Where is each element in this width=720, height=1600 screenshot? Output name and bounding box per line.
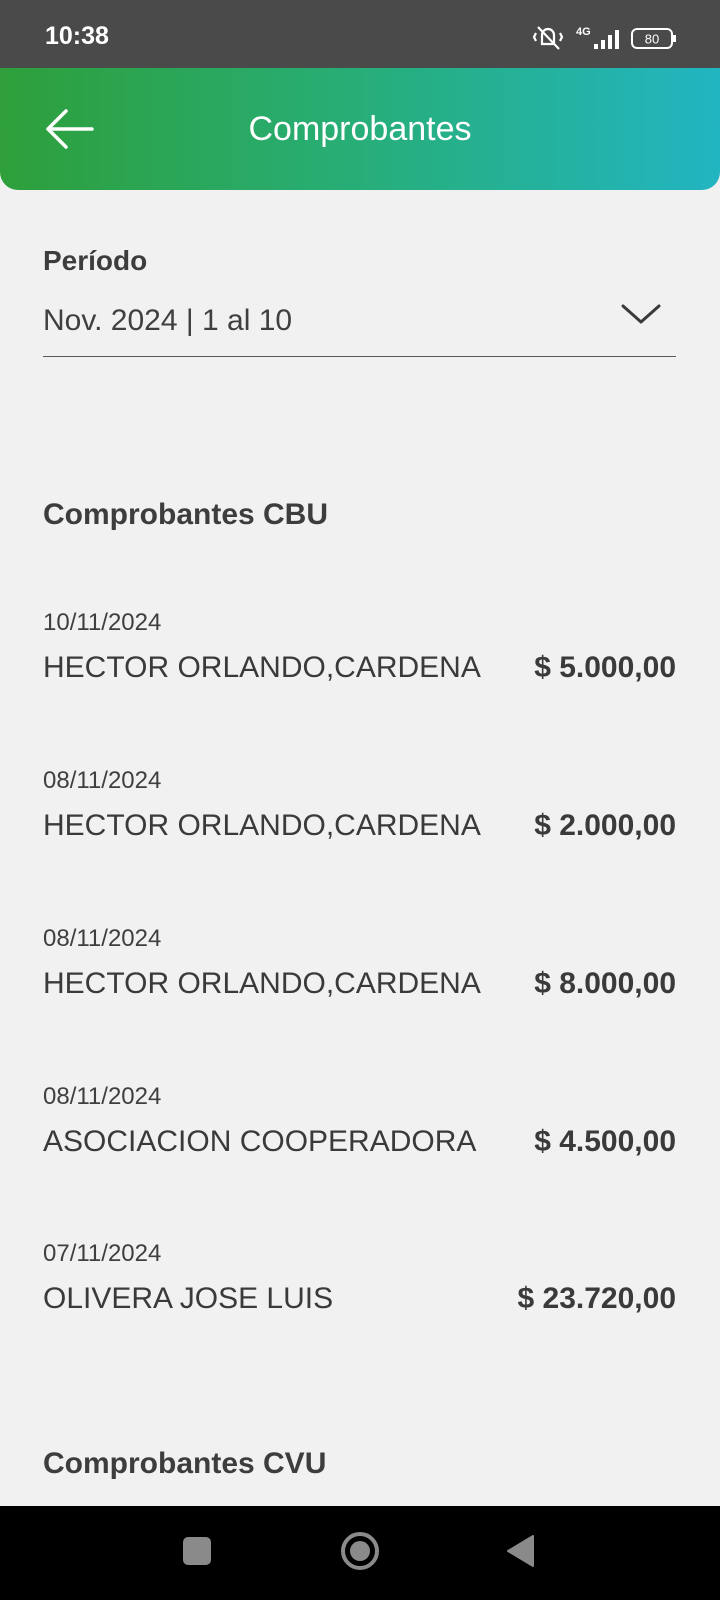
item-date: 08/11/2024	[43, 1083, 162, 1110]
section-title-cbu: Comprobantes CBU	[43, 498, 329, 531]
signal-icon	[594, 30, 619, 49]
recents-square-icon	[183, 1537, 211, 1565]
item-name: HECTOR ORLANDO,CARDENA	[43, 651, 481, 684]
list-item[interactable]: 07/11/2024 OLIVERA JOSE LUIS $ 23.720,00	[43, 1240, 676, 1360]
list-item[interactable]: 08/11/2024 ASOCIACION COOPERADORA $ 4.50…	[43, 1083, 676, 1203]
list-item[interactable]: 10/11/2024 HECTOR ORLANDO,CARDENA $ 5.00…	[43, 609, 676, 729]
item-amount: $ 4.500,00	[534, 1125, 676, 1158]
status-time: 10:38	[45, 22, 109, 50]
list-item[interactable]: 08/11/2024 HECTOR ORLANDO,CARDENA $ 2.00…	[43, 767, 676, 887]
status-bar: 10:38 4G 80	[0, 0, 720, 68]
period-dropdown[interactable]: Nov. 2024 | 1 al 10	[43, 290, 676, 357]
item-amount: $ 2.000,00	[534, 809, 676, 842]
battery-level: 80	[645, 32, 659, 47]
network-type: 4G	[576, 26, 591, 38]
item-name: HECTOR ORLANDO,CARDENA	[43, 967, 481, 1000]
item-amount: $ 5.000,00	[534, 651, 676, 684]
home-circle-icon	[341, 1532, 379, 1570]
battery-icon: 80	[631, 28, 676, 49]
section-title-cvu: Comprobantes CVU	[43, 1447, 327, 1480]
item-date: 07/11/2024	[43, 1240, 162, 1267]
item-name: OLIVERA JOSE LUIS	[43, 1282, 334, 1315]
item-amount: $ 8.000,00	[534, 967, 676, 1000]
period-label: Período	[43, 245, 148, 276]
app-header: Comprobantes	[0, 68, 720, 190]
item-date: 08/11/2024	[43, 767, 162, 794]
list-item[interactable]: 08/11/2024 HECTOR ORLANDO,CARDENA $ 8.00…	[43, 925, 676, 1045]
chevron-down-icon	[621, 304, 661, 324]
status-icons: 4G 80	[532, 24, 678, 52]
item-amount: $ 23.720,00	[517, 1282, 676, 1315]
item-name: HECTOR ORLANDO,CARDENA	[43, 809, 481, 842]
recents-button[interactable]	[182, 1536, 212, 1571]
system-nav-bar	[0, 1506, 720, 1600]
nav-back-button[interactable]	[505, 1534, 535, 1573]
item-date: 10/11/2024	[43, 609, 162, 636]
item-date: 08/11/2024	[43, 925, 162, 952]
period-value: Nov. 2024 | 1 al 10	[43, 304, 293, 337]
back-triangle-icon	[507, 1535, 534, 1567]
page-title: Comprobantes	[248, 110, 472, 148]
item-name: ASOCIACION COOPERADORA	[43, 1125, 477, 1158]
home-button[interactable]	[340, 1531, 380, 1576]
mute-vibrate-icon	[532, 26, 564, 50]
